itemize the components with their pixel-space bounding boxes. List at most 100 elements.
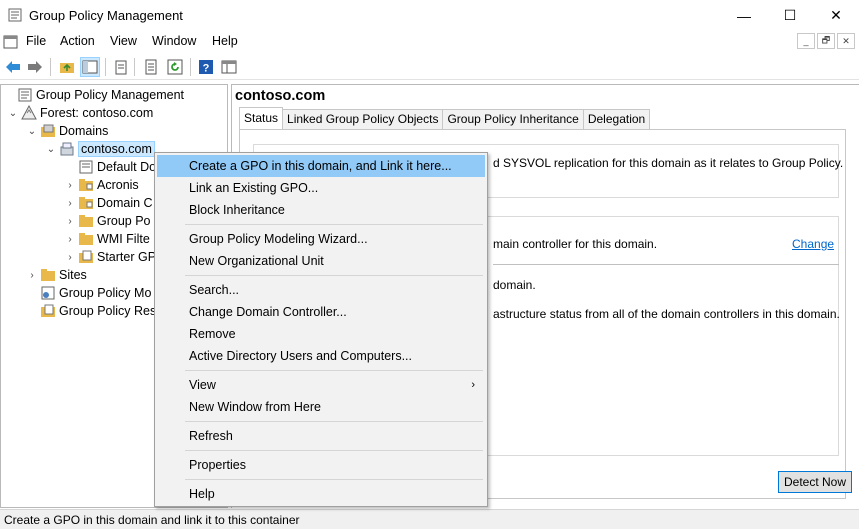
menu-new-ou[interactable]: New Organizational Unit [157, 250, 485, 272]
chevron-down-icon[interactable]: ⌄ [45, 144, 57, 155]
toolbar-separator [105, 58, 106, 76]
chevron-right-icon[interactable]: › [64, 198, 76, 209]
starter-gpo-icon [79, 250, 93, 263]
toolbar-separator [134, 58, 135, 76]
menu-change-dc[interactable]: Change Domain Controller... [157, 301, 485, 323]
close-button[interactable]: ✕ [813, 0, 859, 31]
tree-label: Sites [59, 268, 87, 282]
minimize-button[interactable]: — [721, 0, 767, 31]
tree-item-acronis[interactable]: › Acronis [64, 176, 139, 194]
gpm-app-icon [8, 8, 22, 22]
show-hide-tree-button[interactable] [80, 57, 100, 77]
tree-item-group-policy-objects[interactable]: › Group Po [64, 212, 151, 230]
mdi-close-button[interactable]: ✕ [837, 33, 855, 49]
chevron-right-icon[interactable]: › [64, 216, 76, 227]
tree-label: Domains [59, 124, 109, 138]
console-tree-icon [82, 60, 98, 74]
chevron-down-icon[interactable]: ⌄ [7, 108, 19, 119]
tree-item-group-policy-modeling[interactable]: Group Policy Mo [26, 284, 151, 302]
menu-view[interactable]: View › [157, 374, 485, 396]
menu-action[interactable]: Action [60, 34, 95, 48]
svg-text:?: ? [203, 63, 210, 75]
menu-new-window[interactable]: New Window from Here [157, 396, 485, 418]
console-view-button[interactable] [219, 57, 239, 77]
tab-linked-gpos[interactable]: Linked Group Policy Objects [282, 109, 444, 129]
infrastructure-status-text: astructure status from all of the domain… [493, 307, 840, 321]
domain-controller-text: main controller for this domain. [493, 237, 658, 251]
export-list-button[interactable] [141, 57, 161, 77]
menu-modeling-wizard[interactable]: Group Policy Modeling Wizard... [157, 228, 485, 250]
refresh-icon [167, 59, 183, 75]
tab-delegation[interactable]: Delegation [582, 109, 651, 129]
tree-item-forest[interactable]: ⌄ Forest: contoso.com [7, 104, 153, 122]
tree-label: Group Po [97, 214, 151, 228]
tab-status[interactable]: Status [239, 107, 284, 129]
menu-search[interactable]: Search... [157, 279, 485, 301]
refresh-button[interactable] [165, 57, 185, 77]
chevron-right-icon[interactable]: › [64, 234, 76, 245]
menu-remove[interactable]: Remove [157, 323, 485, 345]
tab-inheritance[interactable]: Group Policy Inheritance [442, 109, 584, 129]
mdi-minimize-button[interactable]: _ [797, 33, 815, 49]
menu-block-inheritance[interactable]: Block Inheritance [157, 199, 485, 221]
tree-item-domains[interactable]: ⌄ Domains [26, 122, 109, 140]
menu-separator [185, 224, 483, 225]
gpo-link-icon [79, 160, 93, 174]
menu-file[interactable]: File [26, 34, 46, 48]
menu-link-existing-gpo[interactable]: Link an Existing GPO... [157, 177, 485, 199]
tree-item-wmi-filters[interactable]: › WMI Filte [64, 230, 150, 248]
gpo-folder-icon [79, 215, 93, 227]
maximize-button[interactable]: ☐ [767, 0, 813, 31]
menu-bar: File Action View Window Help _ 🗗 ✕ [0, 31, 859, 53]
toolbar-separator [50, 58, 51, 76]
divider [493, 264, 839, 265]
mdi-restore-button[interactable]: 🗗 [817, 33, 835, 49]
grid-view-icon [221, 60, 237, 74]
submenu-arrow-icon: › [471, 379, 475, 391]
chevron-right-icon[interactable]: › [64, 180, 76, 191]
menu-refresh[interactable]: Refresh [157, 425, 485, 447]
tree-item-group-policy-management[interactable]: Group Policy Management [3, 86, 184, 104]
tree-item-starter-gpos[interactable]: › Starter GP [64, 248, 156, 266]
detect-now-button[interactable]: Detect Now [778, 471, 852, 493]
menu-properties[interactable]: Properties [157, 454, 485, 476]
mdi-controls: _ 🗗 ✕ [797, 33, 855, 49]
tree-item-default-domain-policy[interactable]: Default Do [64, 158, 156, 176]
back-arrow-icon [6, 61, 20, 73]
up-folder-button[interactable] [57, 57, 77, 77]
tree-label: WMI Filte [97, 232, 150, 246]
menu-view[interactable]: View [110, 34, 137, 48]
wmi-folder-icon [79, 233, 93, 245]
menu-create-gpo-link[interactable]: Create a GPO in this domain, and Link it… [157, 155, 485, 177]
forward-button[interactable] [25, 57, 45, 77]
tree-label: Acronis [97, 178, 139, 192]
menu-help[interactable]: Help [157, 483, 485, 505]
folder-up-icon [60, 63, 74, 73]
tree-item-group-policy-results[interactable]: Group Policy Res [26, 302, 156, 320]
change-link[interactable]: Change [792, 237, 834, 251]
chevron-down-icon[interactable]: ⌄ [26, 126, 38, 137]
tree-item-domain-controllers[interactable]: › Domain C [64, 194, 152, 212]
chevron-right-icon[interactable]: › [64, 252, 76, 263]
title-bar: Group Policy Management — ☐ ✕ [0, 0, 859, 31]
tree-item-contoso-domain[interactable]: ⌄ contoso.com [45, 140, 155, 158]
menu-help[interactable]: Help [212, 34, 238, 48]
ou-folder-icon [79, 179, 93, 191]
chevron-right-icon[interactable]: › [26, 270, 38, 281]
tree-label: Group Policy Res [59, 304, 157, 318]
export-icon [145, 59, 157, 75]
domain-status-text: domain. [493, 278, 536, 292]
toolbar: ? [0, 54, 859, 80]
help-icon: ? [199, 60, 213, 75]
document-icon[interactable] [3, 35, 19, 49]
properties-button[interactable] [111, 57, 131, 77]
tree-label: Starter GP [97, 250, 157, 264]
help-button[interactable]: ? [196, 57, 216, 77]
back-button[interactable] [3, 57, 23, 77]
menu-window[interactable]: Window [152, 34, 196, 48]
toolbar-separator [190, 58, 191, 76]
results-icon [41, 304, 55, 317]
tree-label: Default Do [97, 160, 157, 174]
menu-aduc[interactable]: Active Directory Users and Computers... [157, 345, 485, 367]
tree-item-sites[interactable]: › Sites [26, 266, 87, 284]
